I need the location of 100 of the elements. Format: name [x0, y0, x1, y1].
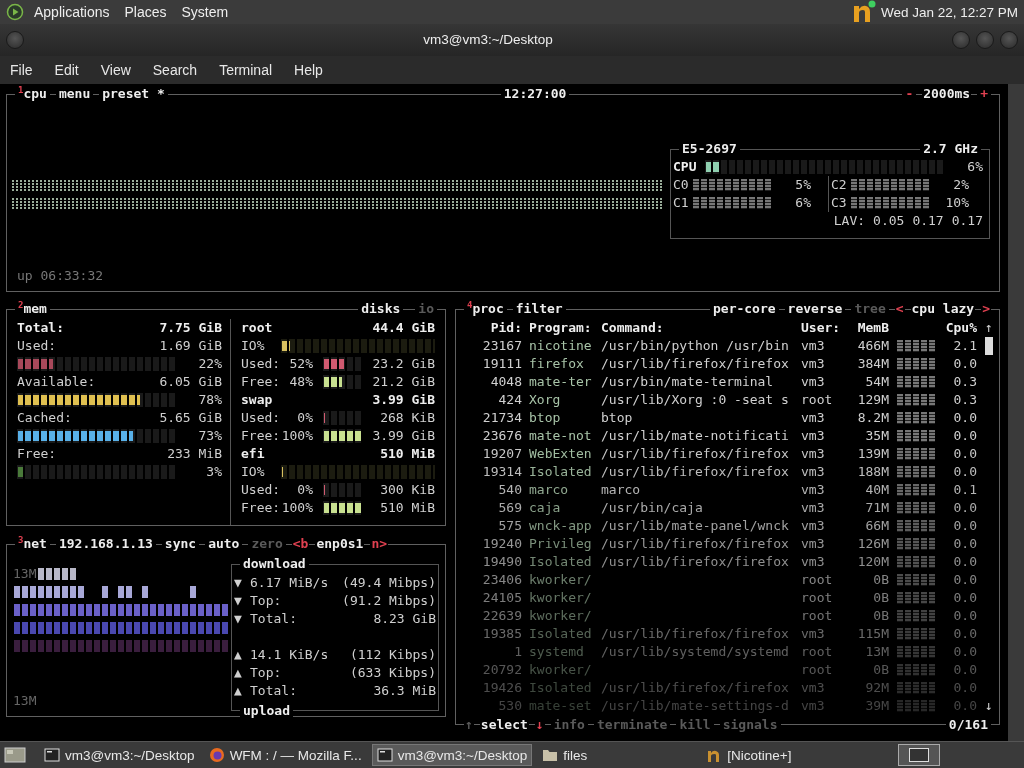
stat-label: Used: — [241, 408, 281, 427]
disk-size: 3.99 GiB — [372, 390, 435, 409]
table-cell: /usr/lib/mate-panel/wnck — [601, 517, 789, 533]
table-cell-text: vm3 — [801, 462, 826, 481]
table-cell-text: kworker/ — [529, 570, 593, 589]
table-cell-text: WebExten — [529, 444, 593, 463]
column-header[interactable]: Command: — [601, 318, 801, 337]
table-cell-text: 22639 — [481, 606, 522, 625]
table-cell: /usr/bin/python /usr/bin — [601, 337, 789, 353]
percent-value: 22% — [197, 354, 222, 373]
taskbar-button[interactable]: vm3@vm3:~/Desktop — [371, 744, 533, 766]
menu-item[interactable]: File — [10, 61, 33, 78]
percent-value: 48% — [288, 372, 313, 391]
scrollbar[interactable] — [1008, 83, 1024, 742]
show-desktop-icon[interactable] — [4, 746, 26, 764]
stat-label: Top: — [250, 663, 282, 682]
table-cell-text: vm3 — [801, 354, 826, 373]
column-header[interactable]: Cpu% — [945, 318, 977, 337]
table-cell-text: 0B — [872, 588, 889, 607]
menu-item[interactable]: View — [100, 61, 131, 78]
menu-item[interactable]: Search — [152, 61, 198, 78]
table-cell-text: 0.0 — [952, 444, 977, 463]
stat-value: (112 Kibps) — [349, 645, 436, 664]
table-cell-text: Privileg — [529, 534, 593, 553]
column-header[interactable]: Pid: — [458, 318, 522, 337]
table-cell-text: 19385 — [481, 624, 522, 643]
table-cell-text: vm3 — [801, 426, 826, 445]
table-cell-text: 19240 — [481, 534, 522, 553]
column-header[interactable]: MemB — [857, 318, 889, 337]
workspace-switcher[interactable] — [898, 744, 940, 766]
table-cell-text: 40M — [864, 480, 889, 499]
table-cell-text: nicotine — [529, 336, 593, 355]
menu-item[interactable]: Help — [294, 61, 323, 78]
table-cell-text: Isolated — [529, 552, 593, 571]
scroll-up-button[interactable]: ↑ — [985, 318, 993, 337]
app-menu-icon[interactable] — [6, 3, 24, 21]
table-cell-text: 66M — [864, 516, 889, 535]
table-cell: /usr/lib/mate-settings-d — [601, 697, 789, 713]
table-cell: /usr/lib/firefox/firefox — [601, 355, 789, 371]
stat-label: Total: — [17, 318, 64, 337]
table-cell: marco — [601, 481, 641, 497]
table-cell-text: 0.3 — [952, 390, 977, 409]
column-header[interactable]: User: — [801, 318, 857, 337]
percent-value: 0% — [296, 480, 313, 499]
percent-value: 0% — [296, 408, 313, 427]
stat-label: Used: — [241, 480, 281, 499]
table-cell-text: btop — [529, 408, 562, 427]
stat-value: 1.69 GiB — [159, 336, 222, 355]
table-cell-text: 2.1 — [952, 336, 977, 355]
stat-value: 6.05 GiB — [159, 372, 222, 391]
table-cell: /usr/lib/firefox/firefox — [601, 679, 789, 695]
table-cell-text: 0.0 — [952, 498, 977, 517]
stat-label: Total: — [250, 609, 297, 628]
menu-item[interactable]: Edit — [54, 61, 79, 78]
cpu-history-graph — [897, 375, 937, 388]
taskbar-button[interactable]: WFM : / — Mozilla F... — [204, 744, 366, 766]
table-cell-text: 54M — [864, 372, 889, 391]
table-cell-text: 0B — [872, 660, 889, 679]
taskbar-button[interactable]: files — [538, 744, 697, 766]
table-cell: /usr/lib/Xorg :0 -seat s — [601, 391, 789, 407]
arrow-icon: ▲ — [234, 663, 250, 682]
scroll-down-button[interactable]: ↓ — [985, 696, 993, 715]
table-cell-text: 0.0 — [952, 696, 977, 715]
table-cell-text: 19111 — [481, 354, 522, 373]
table-cell-text: Isolated — [529, 624, 593, 643]
stat-value: 21.2 GiB — [372, 372, 435, 391]
meter-label: CPU — [673, 157, 698, 176]
table-cell-text: 0.0 — [952, 534, 977, 553]
table-cell-text: 4048 — [489, 372, 522, 391]
scale-label: 13M — [13, 564, 37, 583]
clock[interactable]: Wed Jan 22, 12:27 PM — [880, 4, 1018, 20]
table-cell-text: vm3 — [801, 498, 826, 517]
table-cell-text: Isolated — [529, 678, 593, 697]
table-cell: /usr/lib/firefox/firefox — [601, 553, 789, 569]
table-cell-text: Isolated — [529, 462, 593, 481]
stat-label: Cached: — [17, 408, 72, 427]
table-cell-text: 0.3 — [952, 372, 977, 391]
table-cell-text: 20792 — [481, 660, 522, 679]
table-cell-text: vm3 — [801, 678, 826, 697]
taskbar-button[interactable]: vm3@vm3:~/Desktop — [40, 744, 199, 766]
table-cell-text: 0.0 — [952, 642, 977, 661]
column-header[interactable]: Program: — [529, 318, 601, 337]
taskbar-button[interactable]: [Nicotine+] — [702, 744, 861, 766]
table-cell: /usr/lib/firefox/firefox — [601, 445, 789, 461]
stat-value: 7.75 GiB — [159, 318, 222, 337]
table-cell-text: 1 — [513, 642, 522, 661]
table-cell-text: 0.0 — [952, 624, 977, 643]
stat-value: 8.23 GiB — [373, 609, 436, 628]
stat-value: 233 MiB — [167, 444, 222, 463]
menu-item[interactable]: Terminal — [219, 61, 273, 78]
table-cell-text: 23406 — [481, 570, 522, 589]
panel-title: $^{1}$cpu — [15, 84, 50, 103]
table-cell-text: root — [801, 570, 834, 589]
scrollbar-thumb[interactable] — [985, 336, 993, 355]
cpu-history-graph — [897, 357, 937, 370]
panel-menu[interactable]: System — [181, 4, 229, 20]
percent-value: 100% — [281, 426, 313, 445]
panel-menu[interactable]: Applications — [34, 4, 110, 20]
stat-label: 14.1 KiB/s — [250, 645, 329, 664]
panel-menu[interactable]: Places — [124, 4, 167, 20]
